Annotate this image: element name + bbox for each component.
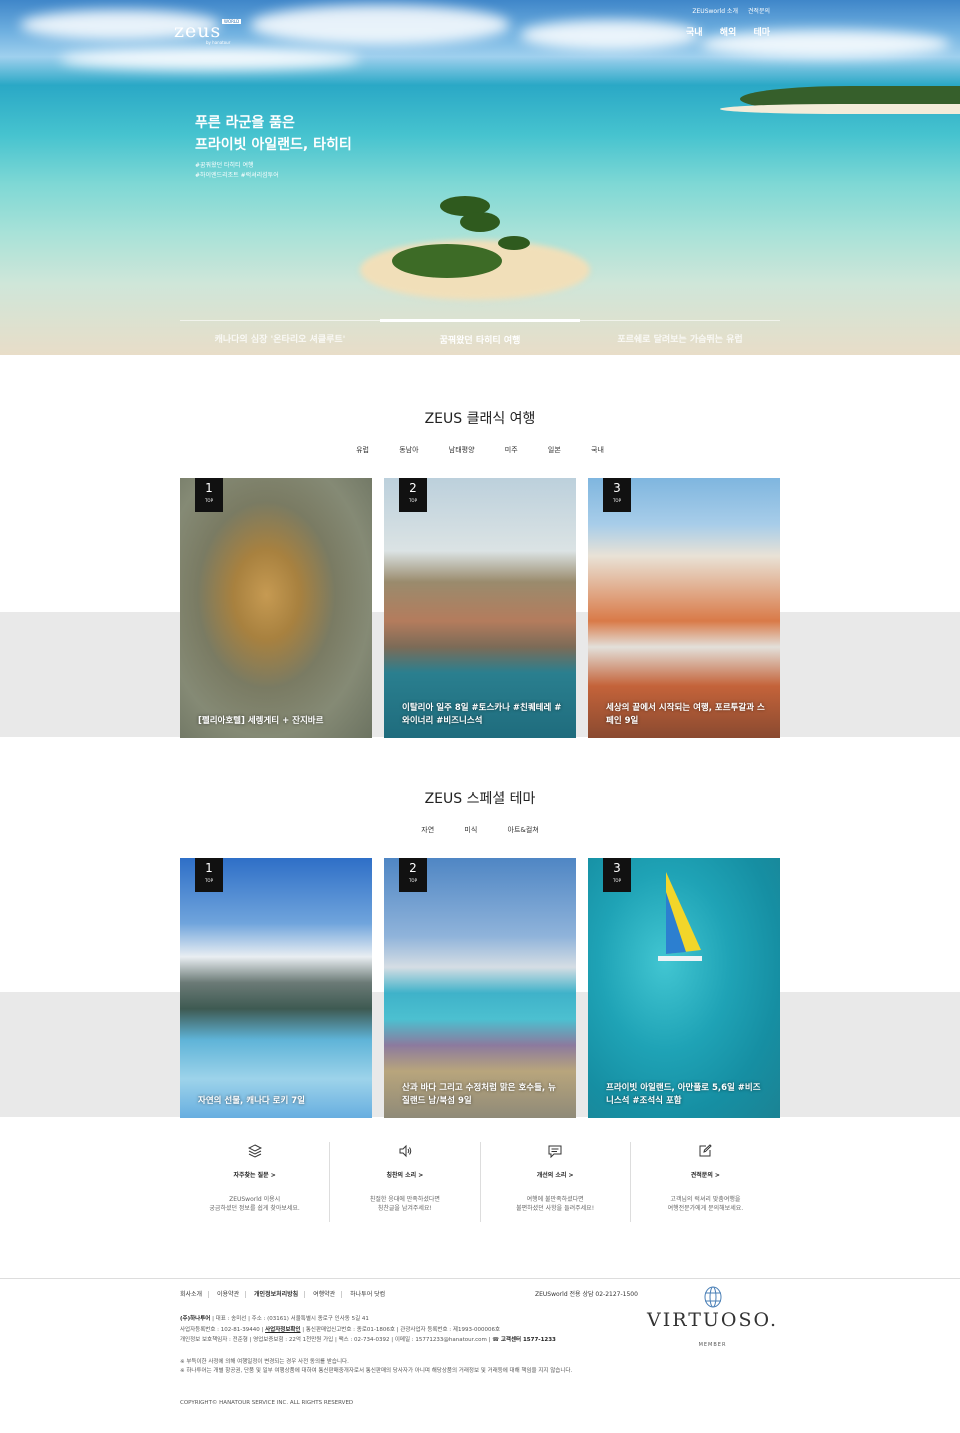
tab-americas[interactable]: 미주 — [505, 446, 518, 454]
rank-badge: 3 TOP — [603, 858, 631, 892]
help-section: 자주찾는 질문 > ZEUSworld 이용시 궁금하셨던 정보를 쉽게 찾아보… — [180, 1142, 780, 1222]
nav-overseas[interactable]: 해외 — [720, 28, 737, 38]
classic-tabs: 유럽 동남아 남태평양 미주 일본 국내 — [0, 445, 960, 455]
help-faq[interactable]: 자주찾는 질문 > ZEUSworld 이용시 궁금하셨던 정보를 쉽게 찾아보… — [180, 1142, 331, 1222]
special-card-3[interactable]: 3 TOP 프라이빗 아일랜드, 아만풀로 5,6일 #비즈니스석 #조석식 포함 — [588, 858, 780, 1118]
business-info-link[interactable]: 사업자정보확인 — [265, 1327, 300, 1333]
classic-card-3[interactable]: 3 TOP 세상의 끝에서 시작되는 여행, 포르투갈과 스페인 9일 — [588, 478, 780, 738]
footer-notes: ※ 부득이한 사정에 의해 여행일정이 변경되는 경우 사전 동의를 받습니다.… — [180, 1359, 573, 1374]
globe-icon — [704, 1286, 721, 1308]
company-name: (주)하나투어 — [180, 1316, 211, 1322]
hero-title-2: 프라이빗 아일랜드, 타히티 — [195, 137, 352, 153]
rank-badge: 3 TOP — [603, 478, 631, 512]
footer-link-about[interactable]: 회사소개 — [180, 1291, 210, 1298]
island-vegetation — [392, 244, 502, 278]
hero-banner[interactable]: zeus WORLD by hanatour ZEUSworld 소개 견적문의… — [0, 0, 960, 355]
hero-tab-europe[interactable]: 포르쉐로 달려보는 가슴뛰는 유럽 — [580, 321, 780, 346]
tab-gourmet[interactable]: 미식 — [464, 826, 477, 834]
help-compliment[interactable]: 칭찬의 소리 > 친절한 응대에 만족하셨다면 칭찬글을 남겨주세요! — [330, 1142, 481, 1222]
util-about-link[interactable]: ZEUSworld 소개 — [692, 8, 738, 15]
rank-badge: 2 TOP — [399, 858, 427, 892]
footer: 회사소개 이용약관 개인정보처리방침 여행약관 하나투어 닷컴 ZEUSworl… — [0, 1278, 960, 1433]
nav-theme[interactable]: 테마 — [753, 28, 770, 38]
classic-card-2[interactable]: 2 TOP 이탈리아 일주 8일 #토스카나 #친퀘테레 #와이너리 #비즈니스석 — [384, 478, 576, 738]
card-title: 프라이빗 아일랜드, 아만풀로 5,6일 #비즈니스석 #조석식 포함 — [606, 1083, 761, 1106]
footer-phone: ZEUSworld 전용 상담 02-2127-1500 — [535, 1291, 638, 1298]
footer-links: 회사소개 이용약관 개인정보처리방침 여행약관 하나투어 닷컴 — [180, 1289, 391, 1298]
hero-tabs: 캐나다의 심장 '온타리오 셔클루트' 꿈꿔왔던 타히티 여행 포르쉐로 달려보… — [180, 319, 780, 346]
tab-art-culture[interactable]: 아트&컬쳐 — [508, 826, 539, 834]
card-title: 산과 바다 그리고 수정처럼 맑은 호수들, 뉴질랜드 남/북섬 9일 — [402, 1083, 556, 1106]
utility-menu: ZEUSworld 소개 견적문의 — [684, 6, 770, 15]
main-nav: 국내 해외 테마 — [672, 25, 770, 38]
footer-link-terms[interactable]: 이용약관 — [211, 1291, 247, 1298]
sailboat-icon — [658, 872, 702, 961]
special-card-2[interactable]: 2 TOP 산과 바다 그리고 수정처럼 맑은 호수들, 뉴질랜드 남/북섬 9일 — [384, 858, 576, 1118]
tab-southeast-asia[interactable]: 동남아 — [399, 446, 418, 454]
hero-tab-canada[interactable]: 캐나다의 심장 '온타리오 셔클루트' — [180, 321, 380, 346]
virtuoso-logo: VIRTUOSO. MEMBER — [640, 1285, 785, 1350]
util-quote-link[interactable]: 견적문의 — [748, 8, 770, 15]
card-title: [펠리아호텔] 세렝게티 + 잔지바르 — [198, 716, 324, 726]
hero-hashtag-1: #꿈꿔왔던 타히티 여행 — [195, 162, 254, 169]
nav-domestic[interactable]: 국내 — [686, 28, 703, 38]
edit-icon — [699, 1144, 713, 1157]
classic-section-title: ZEUS 클래식 여행 — [424, 411, 536, 427]
footer-link-hanatour[interactable]: 하나투어 닷컴 — [344, 1291, 391, 1298]
special-tabs: 자연 미식 아트&컬쳐 — [0, 825, 960, 835]
footer-link-privacy[interactable]: 개인정보처리방침 — [248, 1291, 306, 1298]
rank-badge: 1 TOP — [195, 478, 223, 512]
help-quote[interactable]: 견적문의 > 고객님의 럭셔리 맞춤여행을 여행전문가에게 문의해보세요. — [631, 1142, 780, 1222]
tab-domestic[interactable]: 국내 — [591, 446, 604, 454]
special-section-title: ZEUS 스페셜 테마 — [424, 791, 536, 807]
card-title: 자연의 선물, 캐나다 로키 7일 — [198, 1096, 306, 1106]
copyright: COPYRIGHT© HANATOUR SERVICE INC. ALL RIG… — [180, 1400, 354, 1406]
chat-icon — [548, 1145, 562, 1158]
customer-center: 고객센터 1577-1233 — [500, 1337, 556, 1343]
layers-icon — [247, 1144, 262, 1158]
special-card-1[interactable]: 1 TOP 자연의 선물, 캐나다 로키 7일 — [180, 858, 372, 1118]
speaker-icon — [399, 1144, 412, 1158]
help-improvement[interactable]: 개선의 소리 > 여행에 불만족하셨다면 불편하셨던 사항을 들려주세요! — [481, 1142, 631, 1222]
company-info: (주)하나투어 | 대표 : 송미선 | 주소 : (03161) 서울특별시 … — [180, 1316, 556, 1343]
hero-tab-tahiti[interactable]: 꿈꿔왔던 타히티 여행 — [380, 319, 580, 346]
classic-card-1[interactable]: 1 TOP [펠리아호텔] 세렝게티 + 잔지바르 — [180, 478, 372, 738]
palm-tree — [498, 236, 530, 250]
zeus-logo[interactable]: zeus WORLD by hanatour — [174, 19, 242, 45]
tab-nature[interactable]: 자연 — [421, 826, 434, 834]
tab-south-pacific[interactable]: 남태평양 — [449, 446, 475, 454]
headset-icon: ☎ — [492, 1337, 501, 1343]
hero-hashtag-2: #하이엔드리조트 #럭셔리섬투어 — [195, 172, 279, 179]
palm-tree — [460, 212, 500, 232]
rank-badge: 1 TOP — [195, 858, 223, 892]
hero-copy: 푸른 라군을 품은 프라이빗 아일랜드, 타히티 #꿈꿔왔던 타히티 여행 #하… — [195, 112, 352, 181]
footer-link-travel-terms[interactable]: 여행약관 — [307, 1291, 343, 1298]
tab-japan[interactable]: 일본 — [548, 446, 561, 454]
rank-badge: 2 TOP — [399, 478, 427, 512]
hero-title-1: 푸른 라군을 품은 — [195, 115, 295, 131]
tab-europe[interactable]: 유럽 — [356, 446, 369, 454]
card-title: 세상의 끝에서 시작되는 여행, 포르투갈과 스페인 9일 — [606, 703, 765, 726]
card-title: 이탈리아 일주 8일 #토스카나 #친퀘테레 #와이너리 #비즈니스석 — [402, 703, 562, 726]
